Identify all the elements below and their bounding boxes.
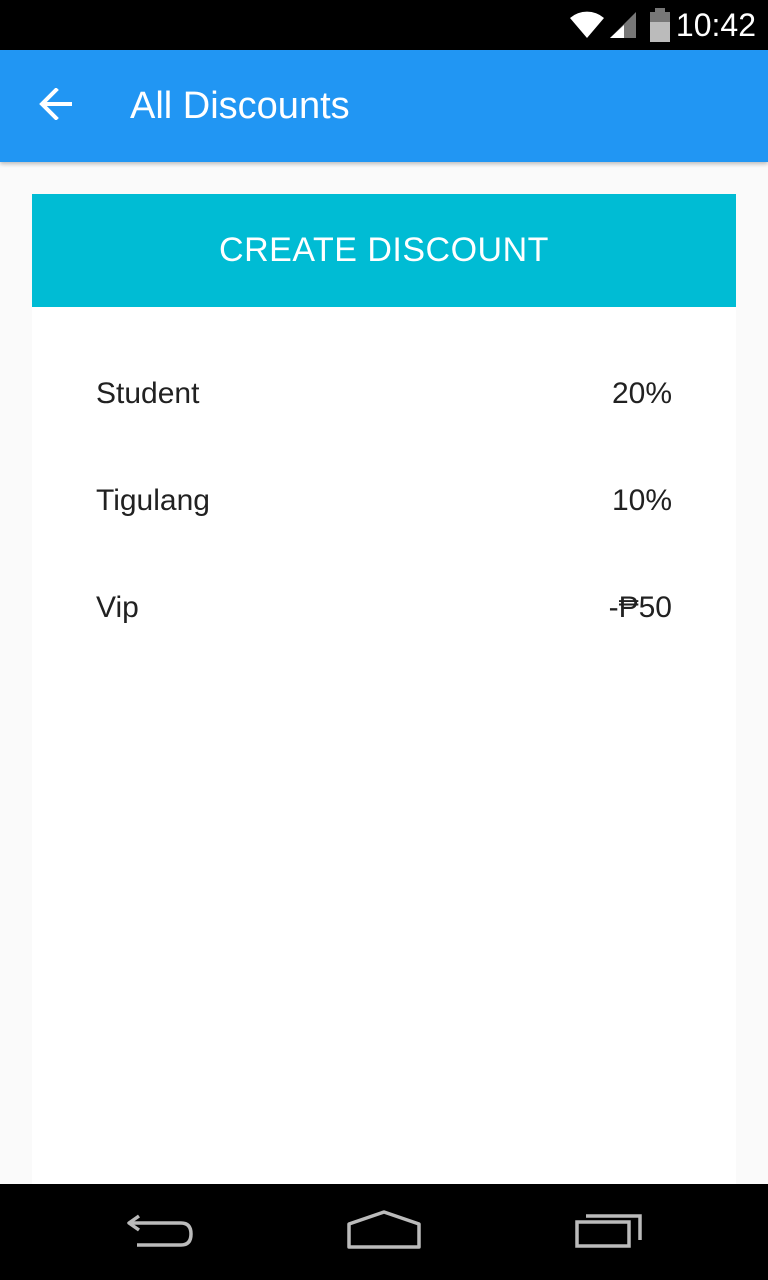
- page-title: All Discounts: [130, 85, 350, 127]
- arrow-back-icon: [38, 86, 74, 125]
- battery-icon: [648, 8, 672, 42]
- discount-name: Student: [96, 377, 200, 410]
- back-button[interactable]: [34, 84, 78, 128]
- back-icon: [125, 1210, 195, 1255]
- nav-recents-button[interactable]: [550, 1184, 670, 1280]
- status-bar: 10:42: [0, 0, 768, 50]
- home-icon: [346, 1209, 422, 1255]
- create-discount-button[interactable]: CREATE DISCOUNT: [32, 194, 736, 307]
- clock: 10:42: [675, 7, 756, 43]
- nav-back-button[interactable]: [100, 1184, 220, 1280]
- discount-name: Vip: [96, 591, 139, 624]
- discount-value: -₱50: [608, 591, 672, 624]
- discount-list: Student 20% Tigulang 10% Vip -₱50: [32, 341, 736, 662]
- signal-icon: [608, 10, 638, 40]
- discounts-card: CREATE DISCOUNT Student 20% Tigulang 10%…: [32, 194, 736, 1184]
- wifi-icon: [568, 10, 606, 40]
- discount-row[interactable]: Student 20%: [32, 341, 736, 448]
- status-icons: [568, 0, 672, 50]
- discount-name: Tigulang: [96, 484, 210, 517]
- system-nav-bar: [0, 1184, 768, 1280]
- discount-row[interactable]: Tigulang 10%: [32, 448, 736, 555]
- discount-row[interactable]: Vip -₱50: [32, 555, 736, 662]
- recents-icon: [574, 1210, 646, 1255]
- discount-value: 20%: [611, 377, 672, 410]
- discount-value: 10%: [611, 484, 672, 517]
- nav-home-button[interactable]: [324, 1184, 444, 1280]
- app-bar: All Discounts: [0, 50, 768, 162]
